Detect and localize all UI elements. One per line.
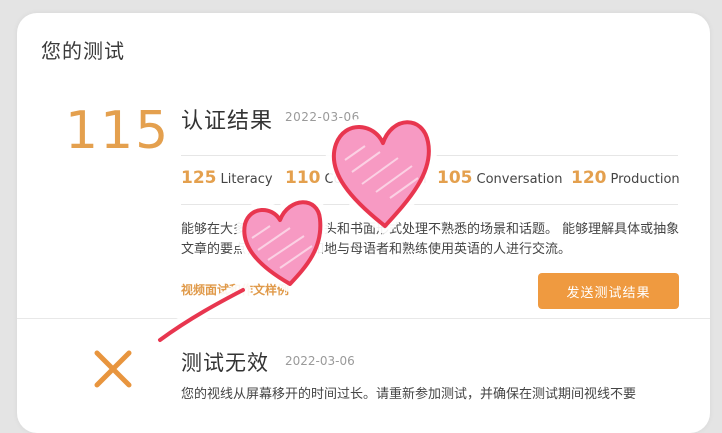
- result-title: 认证结果: [181, 109, 274, 134]
- invalid-result-date: 2022-03-06: [285, 354, 355, 368]
- subscore-label: Literacy: [220, 172, 273, 187]
- send-results-button[interactable]: 发送测试结果: [538, 273, 679, 309]
- subscores-row: 125 Literacy 110 Comprehension 105 Conversa…: [181, 155, 680, 205]
- subscore-value: 125: [181, 168, 217, 188]
- subscore-label: Conversation: [476, 172, 563, 187]
- subscore-comprehension: 110 Comprehension: [285, 168, 427, 188]
- invalid-result-title: 测试无效: [181, 351, 269, 375]
- result-description: 能够在大多数情况下以口头和书面形式处理不熟悉的场景和话题。 能够理解具体或抽象文…: [181, 222, 680, 257]
- overall-score: 115: [65, 101, 171, 161]
- subscore-value: 120: [571, 168, 607, 188]
- subscore-literacy: 125 Literacy: [181, 168, 273, 188]
- page-title: 您的测试: [41, 39, 125, 63]
- result-date: 2022-03-06: [285, 110, 360, 124]
- invalid-result-description: 您的视线从屏幕移开的时间过长。请重新参加测试，并确保在测试期间视线不要: [181, 387, 637, 402]
- x-icon: [94, 350, 132, 388]
- subscore-value: 105: [437, 168, 473, 188]
- subscore-value: 110: [285, 168, 321, 188]
- certified-result: 115 认证结果 2022-03-06 125 Literacy 110 Compr…: [17, 93, 710, 318]
- invalid-result: 测试无效 2022-03-06 您的视线从屏幕移开的时间过长。请重新参加测试，并…: [17, 333, 710, 433]
- tests-card: 您的测试 115 认证结果 2022-03-06 125 Literacy 110…: [17, 13, 710, 433]
- subscore-label: Production: [610, 172, 680, 187]
- subscore-conversation: 105 Conversation: [437, 168, 562, 188]
- divider: [17, 318, 710, 319]
- subscore-label: Comprehension: [324, 172, 427, 187]
- subscore-production: 120 Production: [571, 168, 680, 188]
- video-samples-link[interactable]: 视频面试和作文样例: [181, 281, 289, 298]
